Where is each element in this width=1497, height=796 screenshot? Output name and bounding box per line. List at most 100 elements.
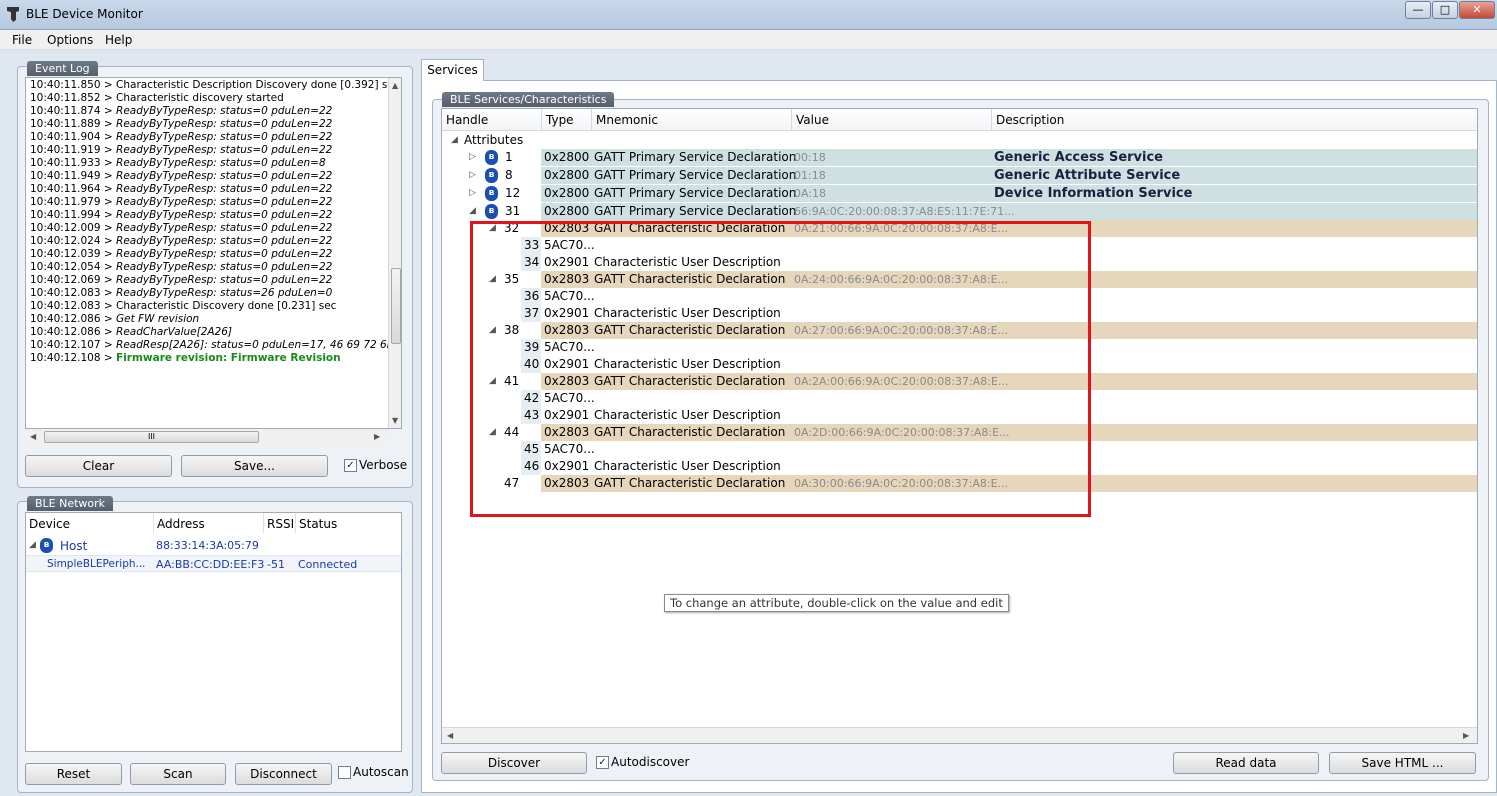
minimize-button[interactable]: — bbox=[1405, 1, 1431, 19]
log-hscroll-track[interactable]: ◀ III ▶ bbox=[26, 429, 387, 445]
log-entry: 10:40:12.108 > Firmware revision: Firmwa… bbox=[30, 352, 341, 365]
log-timestamp: 10:40:12.086 > bbox=[30, 326, 113, 338]
service-row[interactable]: ▷ ʙ 12 0x2800 GATT Primary Service Declarati… bbox=[442, 185, 1477, 202]
log-timestamp: 10:40:12.009 > bbox=[30, 222, 113, 234]
row-type: 0x2800 bbox=[544, 204, 590, 218]
menu-help[interactable]: Help bbox=[105, 33, 132, 47]
disconnect-button[interactable]: Disconnect bbox=[235, 763, 332, 785]
column-separator bbox=[263, 513, 264, 533]
collapse-root-icon[interactable]: ◢ bbox=[451, 132, 458, 149]
row-value[interactable]: 0A:18 bbox=[794, 185, 826, 202]
row-mnemonic: GATT Primary Service Declaration bbox=[594, 204, 797, 218]
close-button[interactable]: ✕ bbox=[1459, 1, 1495, 19]
col-mnemonic[interactable]: Mnemonic bbox=[596, 113, 658, 127]
maximize-button[interactable]: □ bbox=[1432, 1, 1458, 19]
scroll-right-icon[interactable]: ▶ bbox=[374, 432, 380, 441]
log-message: Characteristic Discovery done [0.231] se… bbox=[116, 300, 337, 312]
service-row[interactable]: ◢ ʙ 31 0x2800 GATT Primary Service Declarati… bbox=[442, 203, 1477, 220]
scroll-up-icon[interactable]: ▲ bbox=[392, 81, 398, 90]
log-message: Firmware revision: Firmware Revision bbox=[116, 352, 341, 364]
autoscan-label: Autoscan bbox=[353, 765, 409, 779]
row-type: 0x2800 bbox=[544, 150, 590, 164]
log-entry: 10:40:11.919 > ReadyByTypeResp: status=0… bbox=[30, 144, 332, 157]
log-entry: 10:40:12.086 > ReadCharValue[2A26] bbox=[30, 326, 232, 339]
menu-options[interactable]: Options bbox=[47, 33, 93, 47]
log-message: ReadCharValue[2A26] bbox=[116, 326, 233, 338]
scan-button[interactable]: Scan bbox=[130, 763, 226, 785]
col-device[interactable]: Device bbox=[29, 517, 70, 531]
log-message: ReadyByTypeResp: status=0 pduLen=22 bbox=[116, 222, 333, 234]
row-description: Device Information Service bbox=[994, 186, 1193, 201]
save-log-button[interactable]: Save... bbox=[181, 455, 328, 477]
attributes-root-label: Attributes bbox=[464, 133, 524, 147]
menu-file[interactable]: File bbox=[12, 33, 32, 47]
verbose-checkbox[interactable]: ✓ bbox=[344, 459, 357, 472]
peripheral-status: Connected bbox=[298, 558, 358, 571]
log-entry: 10:40:12.024 > ReadyByTypeResp: status=0… bbox=[30, 235, 332, 248]
tab-services[interactable]: Services bbox=[421, 59, 484, 81]
row-value[interactable]: 01:18 bbox=[794, 167, 826, 184]
ble-network-list[interactable]: Device Address RSSI Status ◢ ʙ Host 88:3… bbox=[25, 512, 402, 752]
scroll-left-icon[interactable]: ◀ bbox=[30, 432, 36, 441]
tree-horizontal-scrollbar[interactable]: ◀ ▶ bbox=[442, 727, 1477, 743]
log-message: ReadyByTypeResp: status=0 pduLen=22 bbox=[116, 144, 333, 156]
bluetooth-icon: ʙ bbox=[485, 150, 498, 165]
service-row[interactable]: ▷ ʙ 8 0x2800 GATT Primary Service Declaratio… bbox=[442, 167, 1477, 184]
row-value[interactable]: 66:9A:0C:20:00:08:37:A8:E5:11:7E:71... bbox=[794, 203, 1015, 220]
row-value[interactable]: 00:18 bbox=[794, 149, 826, 166]
col-status[interactable]: Status bbox=[299, 517, 337, 531]
service-row[interactable]: ▷ ʙ 1 0x2800 GATT Primary Service Declaratio… bbox=[442, 149, 1477, 166]
scroll-right-icon[interactable]: ▶ bbox=[1463, 731, 1469, 740]
log-message: ReadResp[2A26]: status=0 pduLen=17, 46 6… bbox=[116, 339, 402, 351]
log-timestamp: 10:40:12.107 > bbox=[30, 339, 113, 351]
row-handle: 12 bbox=[505, 186, 521, 200]
col-type[interactable]: Type bbox=[546, 113, 574, 127]
scroll-left-icon[interactable]: ◀ bbox=[447, 731, 453, 740]
log-entry: 10:40:11.904 > ReadyByTypeResp: status=0… bbox=[30, 131, 332, 144]
column-separator bbox=[295, 513, 296, 533]
reset-button[interactable]: Reset bbox=[25, 763, 122, 785]
row-description: Generic Access Service bbox=[994, 150, 1163, 165]
event-log-list[interactable]: 10:40:11.850 > Characteristic Descriptio… bbox=[25, 77, 402, 429]
log-timestamp: 10:40:11.964 > bbox=[30, 183, 113, 195]
save-html-button[interactable]: Save HTML ... bbox=[1329, 752, 1476, 774]
log-timestamp: 10:40:11.933 > bbox=[30, 157, 113, 169]
log-vertical-scrollbar[interactable]: ▲ ▼ bbox=[388, 78, 401, 428]
log-entry: 10:40:11.850 > Characteristic Descriptio… bbox=[30, 79, 400, 92]
autodiscover-checkbox[interactable]: ✓ bbox=[596, 756, 609, 769]
log-entry: 10:40:12.039 > ReadyByTypeResp: status=0… bbox=[30, 248, 332, 261]
log-entry: 10:40:11.994 > ReadyByTypeResp: status=0… bbox=[30, 209, 332, 222]
read-data-button[interactable]: Read data bbox=[1173, 752, 1319, 774]
log-timestamp: 10:40:11.904 > bbox=[30, 131, 113, 143]
col-handle[interactable]: Handle bbox=[446, 113, 488, 127]
expand-service-icon[interactable]: ▷ bbox=[469, 149, 476, 166]
log-entry: 10:40:11.874 > ReadyByTypeResp: status=0… bbox=[30, 105, 332, 118]
peripheral-row[interactable]: SimpleBLEPeriph... AA:BB:CC:DD:EE:F3 -51… bbox=[26, 555, 401, 572]
host-row[interactable]: ◢ ʙ Host 88:33:14:3A:05:79 bbox=[26, 537, 401, 555]
log-entry: 10:40:11.852 > Characteristic discovery … bbox=[30, 92, 284, 105]
log-entry: 10:40:12.083 > ReadyByTypeResp: status=2… bbox=[30, 287, 332, 300]
log-entry: 10:40:11.949 > ReadyByTypeResp: status=0… bbox=[30, 170, 332, 183]
collapse-service-icon[interactable]: ◢ bbox=[469, 203, 476, 220]
expand-service-icon[interactable]: ▷ bbox=[469, 167, 476, 184]
expand-service-icon[interactable]: ▷ bbox=[469, 185, 476, 202]
clear-log-button[interactable]: Clear bbox=[25, 455, 172, 477]
log-scroll-thumb[interactable] bbox=[391, 268, 401, 344]
autoscan-checkbox[interactable] bbox=[338, 766, 351, 779]
log-timestamp: 10:40:12.054 > bbox=[30, 261, 113, 273]
log-entry: 10:40:11.964 > ReadyByTypeResp: status=0… bbox=[30, 183, 332, 196]
log-hscroll-thumb[interactable]: III bbox=[44, 431, 259, 443]
attributes-root-row[interactable]: ◢ Attributes bbox=[442, 132, 1477, 149]
discover-button[interactable]: Discover bbox=[441, 752, 587, 774]
scroll-down-icon[interactable]: ▼ bbox=[392, 416, 398, 425]
row-handle: 31 bbox=[505, 204, 521, 218]
column-separator bbox=[591, 109, 592, 131]
col-value[interactable]: Value bbox=[796, 113, 829, 127]
log-entry: 10:40:12.069 > ReadyByTypeResp: status=0… bbox=[30, 274, 332, 287]
col-rssi[interactable]: RSSI bbox=[267, 517, 294, 531]
col-address[interactable]: Address bbox=[157, 517, 205, 531]
col-description[interactable]: Description bbox=[996, 113, 1064, 127]
log-timestamp: 10:40:11.919 > bbox=[30, 144, 113, 156]
column-separator bbox=[791, 109, 792, 131]
expand-host-icon[interactable]: ◢ bbox=[29, 540, 36, 550]
